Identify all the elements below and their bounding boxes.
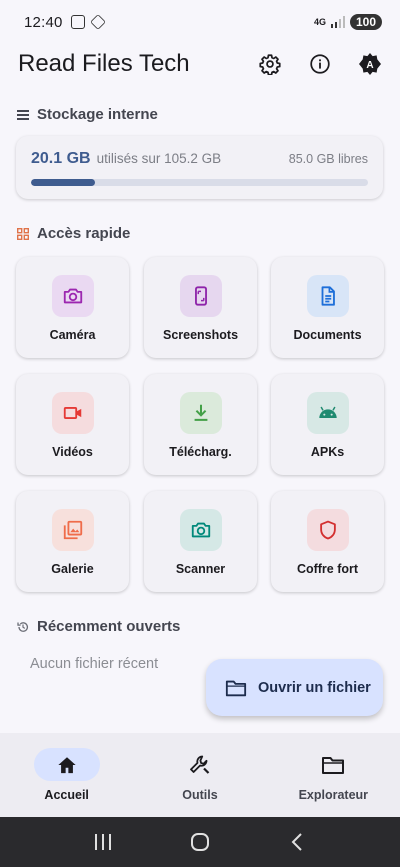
tile-vault[interactable]: Coffre fort [271,491,384,592]
bottom-navigation: Accueil Outils Explorateur [0,733,400,817]
tile-camera[interactable]: Caméra [16,257,129,358]
home-button-icon[interactable] [189,831,211,853]
history-icon [17,621,29,632]
app-header: Read Files Tech A [0,44,400,84]
tile-videos[interactable]: Vidéos [16,374,129,475]
signal-icon [330,16,346,28]
grid-icon [17,227,29,240]
tile-gallery[interactable]: Galerie [16,491,129,592]
status-notification-icons [70,14,106,30]
tile-label: Coffre fort [296,562,359,576]
screenshot-icon [179,275,222,317]
shield-icon [306,509,349,551]
back-icon[interactable] [286,831,308,853]
nav-label: Explorateur [298,788,369,802]
storage-card[interactable]: 20.1 GB utilisés sur 105.2 GB 85.0 GB li… [16,136,383,199]
theme-icon[interactable]: A [358,52,382,76]
tile-label: Scanner [175,562,226,576]
settings-icon[interactable] [258,52,282,76]
gallery-icon [51,509,94,551]
tile-label: Caméra [49,328,96,342]
nav-item-explorer[interactable]: Explorateur [267,733,400,817]
storage-used-value: 20.1 GB [31,150,91,167]
open-file-fab[interactable]: Ouvrir un fichier [206,659,383,716]
info-icon[interactable] [308,52,332,76]
quick-access-section-title: Accès rapide [17,225,130,242]
recent-empty-text: Aucun fichier récent [30,656,159,672]
nav-label: Accueil [44,788,89,802]
tile-label: Télécharg. [169,445,232,459]
tile-apks[interactable]: APKs [271,374,384,475]
tile-downloads[interactable]: Télécharg. [144,374,257,475]
status-time: 12:40 [24,13,63,31]
tile-label: Vidéos [52,445,93,459]
tile-screenshots[interactable]: Screenshots [144,257,257,358]
folder-icon [225,680,247,696]
scanner-icon [179,509,222,551]
storage-free: 85.0 GB libres [288,152,368,166]
nav-item-tools[interactable]: Outils [133,733,266,817]
android-icon [306,392,349,434]
nav-item-home[interactable]: Accueil [0,733,133,817]
home-icon [33,748,100,781]
status-right: 4G 100 [314,14,382,30]
tile-label: APKs [310,445,345,459]
nav-label: Outils [182,788,218,802]
tile-label: Galerie [51,562,94,576]
tools-icon [167,748,233,781]
storage-section-title: Stockage interne [17,106,158,123]
app-title: Read Files Tech [18,50,190,77]
tile-scanner[interactable]: Scanner [144,491,257,592]
header-actions: A [258,52,382,76]
camera-icon [51,275,94,317]
system-navigation-bar [0,817,400,867]
recent-section-title: Récemment ouverts [17,618,180,635]
storage-list-icon [17,109,29,120]
storage-section-label: Stockage interne [37,106,158,123]
quick-access-section-label: Accès rapide [37,225,131,242]
nav-diamond-icon [89,14,106,30]
tile-documents[interactable]: Documents [271,257,384,358]
tile-label: Screenshots [162,328,239,342]
network-type: 4G [313,16,326,27]
screen-record-icon [70,15,85,29]
video-icon [51,392,94,434]
tile-label: Documents [293,328,362,342]
recent-apps-icon[interactable] [92,831,114,853]
folder-icon [300,748,366,781]
download-icon [179,392,222,434]
storage-used-total: utilisés sur 105.2 GB [96,151,222,166]
storage-progress-bar [31,179,368,186]
storage-progress-fill [31,179,96,186]
svg-text:A: A [366,60,373,71]
recent-section-label: Récemment ouverts [37,618,181,635]
battery-indicator: 100 [349,14,382,30]
document-icon [306,275,349,317]
status-bar: 12:40 4G 100 [0,0,400,44]
open-file-label: Ouvrir un fichier [258,679,371,696]
